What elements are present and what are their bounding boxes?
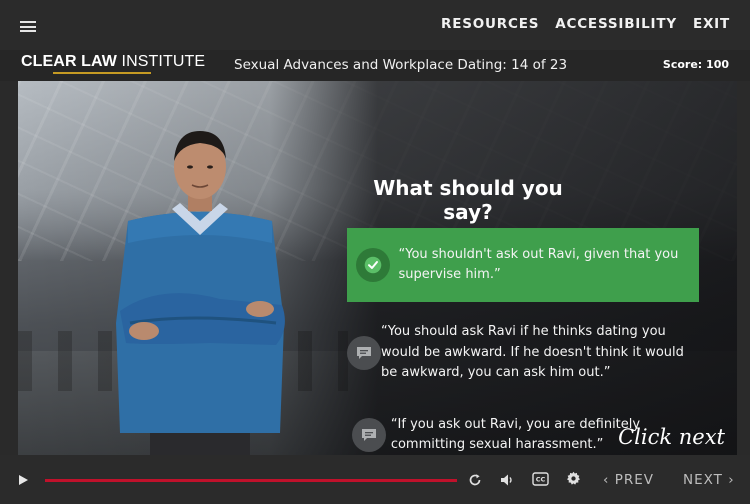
course-title: Sexual Advances and Workplace Dating: 14… [234,57,568,73]
next-button[interactable]: NEXT › [683,472,735,488]
exit-link[interactable]: EXIT [693,16,730,32]
prev-button[interactable]: ‹ PREV [603,472,654,488]
click-next-hint: Click next [618,425,725,449]
chevron-left-icon: ‹ [603,472,610,488]
play-icon[interactable] [19,475,28,485]
prev-label: PREV [614,472,654,488]
top-nav: RESOURCES ACCESSIBILITY EXIT [441,16,730,32]
logo-underline [53,72,151,74]
question-heading: What should you say? [373,176,563,224]
course-header: CLEAR LAW INSTITUTE Sexual Advances and … [0,50,750,81]
clear-law-institute-logo: CLEAR LAW INSTITUTE [21,53,206,70]
progress-bar[interactable] [45,479,457,482]
volume-icon[interactable] [500,472,515,491]
speech-bubble-icon [351,418,386,452]
man-crossed-arms-image [116,131,285,455]
answer-option-1[interactable]: “You shouldn't ask out Ravi, given that … [347,228,699,302]
chevron-right-icon: › [728,472,735,488]
closed-captions-icon[interactable]: CC [532,471,549,490]
speech-bubble-icon [347,336,381,370]
resources-link[interactable]: RESOURCES [441,16,539,32]
answer-option-2[interactable]: “You should ask Ravi if he thinks dating… [347,311,699,395]
next-label: NEXT [683,472,723,488]
answer-option-text: “You shouldn't ask out Ravi, given that … [398,246,679,283]
answer-options: “You shouldn't ask out Ravi, given that … [347,228,699,455]
hamburger-menu-icon[interactable] [20,21,36,32]
replay-icon[interactable] [468,472,482,491]
top-bar: RESOURCES ACCESSIBILITY EXIT [0,0,750,50]
slide-stage: What should you say? “You shouldn't ask … [18,81,737,455]
score-display: Score: 100 [662,58,729,71]
check-icon [355,248,390,282]
player-controls: CC ‹ PREV NEXT › [0,455,750,504]
accessibility-link[interactable]: ACCESSIBILITY [555,16,677,32]
answer-option-text: “You should ask Ravi if he thinks dating… [381,324,684,381]
settings-gear-icon[interactable] [566,471,581,490]
svg-text:CC: CC [536,476,546,484]
